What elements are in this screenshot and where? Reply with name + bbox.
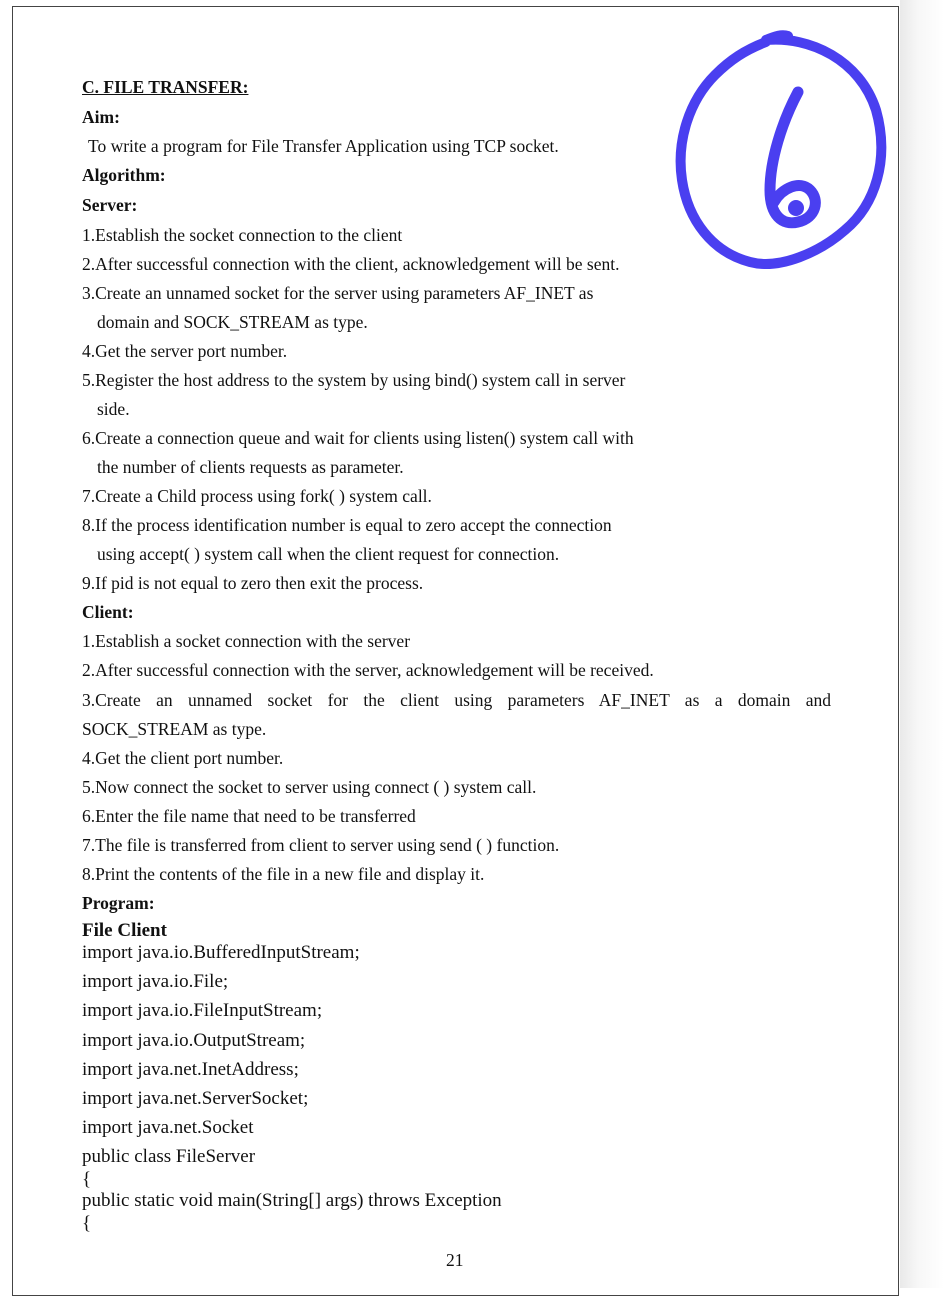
code-line: import java.io.BufferedInputStream; [82,942,360,963]
server-step: 8.If the process identification number i… [82,515,612,535]
page-edge-shadow [900,0,944,1288]
server-step: 2.After successful connection with the c… [82,254,620,274]
server-step-continuation: using accept( ) system call when the cli… [97,544,560,564]
code-line: import java.net.InetAddress; [82,1059,299,1080]
aim-label: Aim: [82,107,120,127]
server-step: 5.Register the host address to the syste… [82,370,626,390]
code-line: import java.net.ServerSocket; [82,1088,309,1109]
client-step: 5.Now connect the socket to server using… [82,777,537,797]
algorithm-label: Algorithm: [82,165,166,185]
code-line: import java.io.OutputStream; [82,1030,306,1051]
code-line: import java.io.File; [82,971,229,992]
client-step: 8.Print the contents of the file in a ne… [82,864,485,884]
server-step-continuation: domain and SOCK_STREAM as type. [97,312,368,332]
page-number: 21 [446,1250,464,1270]
client-step-continuation: SOCK_STREAM as type. [82,719,267,739]
aim-text: To write a program for File Transfer App… [88,136,559,156]
client-label: Client: [82,602,134,622]
client-step: 6.Enter the file name that need to be tr… [82,806,416,826]
code-line: public static void main(String[] args) t… [82,1190,502,1211]
client-step: 1.Establish a socket connection with the… [82,631,411,651]
server-step: 4.Get the server port number. [82,341,288,361]
server-step-continuation: the number of clients requests as parame… [97,457,404,477]
handwritten-six-annotation [675,30,887,269]
server-label: Server: [82,195,138,215]
code-line: import java.net.Socket [82,1117,254,1138]
program-label: Program: [82,893,155,913]
server-step: 6.Create a connection queue and wait for… [82,428,634,448]
server-step: 3.Create an unnamed socket for the serve… [82,283,594,303]
code-line: import java.io.FileInputStream; [82,1000,323,1021]
client-step: 2.After successful connection with the s… [82,660,654,680]
client-step: 3.Create an unnamed socket for the clien… [82,690,831,710]
client-step: 7.The file is transferred from client to… [82,835,560,855]
code-line: { [82,1169,92,1190]
section-heading: C. FILE TRANSFER: [82,77,249,97]
server-step: 1.Establish the socket connection to the… [82,225,403,245]
code-line: { [82,1213,92,1234]
client-step: 4.Get the client port number. [82,748,284,768]
server-step: 9.If pid is not equal to zero then exit … [82,573,424,593]
server-step: 7.Create a Child process using fork( ) s… [82,486,432,506]
server-step-continuation: side. [97,399,130,419]
code-line: public class FileServer [82,1146,256,1167]
file-client-label: File Client [82,920,167,941]
